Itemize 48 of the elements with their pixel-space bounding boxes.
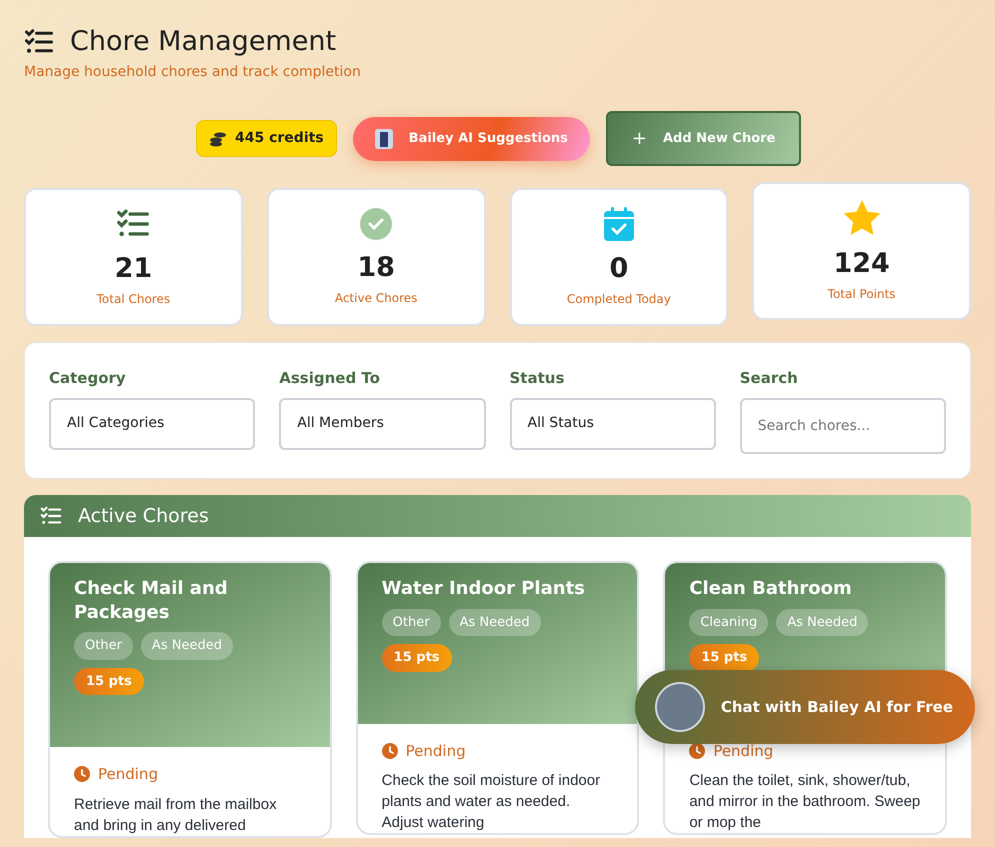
chat-button[interactable]: Chat with Bailey AI for Free — [634, 670, 975, 744]
check-circle-icon — [360, 208, 392, 240]
dropdown-field[interactable]: All Categories — [49, 398, 256, 450]
points-badge: 15 pts — [382, 644, 452, 672]
filter-label: Search — [740, 368, 799, 390]
status-text: Pending — [406, 740, 466, 762]
filter-label: Status — [510, 368, 566, 390]
panel-title: Active Chores — [78, 504, 209, 529]
star-icon — [842, 200, 881, 236]
page-subtitle: Manage household chores and track completion — [24, 63, 362, 82]
tag: Cleaning — [689, 608, 768, 636]
points-badge: 15 pts — [689, 644, 760, 672]
stat-label: Total Points — [828, 286, 896, 303]
points-badge: 15 pts — [74, 668, 144, 696]
dropdown-field[interactable]: All Status — [510, 398, 716, 450]
clock-icon — [74, 766, 90, 782]
stat-label: Active Chores — [334, 290, 418, 307]
page-title: Chore Management — [70, 26, 336, 58]
dropdown-field[interactable]: All Members — [279, 398, 486, 450]
chore-description: Check the soil moisture of indoor plants and water as needed. Adjust watering — [382, 771, 602, 834]
tag: As Needed — [140, 632, 233, 660]
chore-title: Check Mail and Packages — [74, 577, 229, 624]
plus-icon: + — [632, 125, 647, 152]
clock-icon — [689, 743, 706, 760]
filter-label: Category — [49, 368, 127, 390]
add-chore-button[interactable]: + Add New Chore — [606, 111, 802, 166]
chore-title: Water Indoor Plants — [382, 577, 586, 601]
calendar-check-icon — [604, 207, 634, 242]
stat-value: 124 — [833, 247, 890, 282]
search-field[interactable]: Search chores... — [740, 398, 946, 454]
filter-label: Assigned To — [279, 368, 381, 390]
credits-text: 445 credits — [235, 129, 324, 148]
tag: As Needed — [448, 608, 541, 636]
stat-label: Completed Today — [566, 290, 671, 308]
avatar — [654, 682, 705, 732]
stat-value: 18 — [357, 251, 395, 286]
stat-value: 0 — [609, 252, 628, 286]
tag: Other — [74, 632, 133, 660]
status-text: Pending — [98, 764, 158, 786]
tag: Other — [382, 608, 441, 636]
chore-description: Clean the toilet, sink, shower/tub, and mirror in the bathroom. Sweep or mop the — [689, 771, 921, 834]
coins-icon — [209, 130, 227, 147]
stat-label: Total Chores — [96, 290, 170, 308]
clock-icon — [382, 743, 398, 760]
chore-description: Retrieve mail from the mailbox and bring in any delivered — [74, 794, 278, 836]
chore-title: Clean Bathroom — [689, 577, 853, 601]
stat-value: 21 — [114, 252, 152, 286]
tag: As Needed — [776, 608, 868, 636]
